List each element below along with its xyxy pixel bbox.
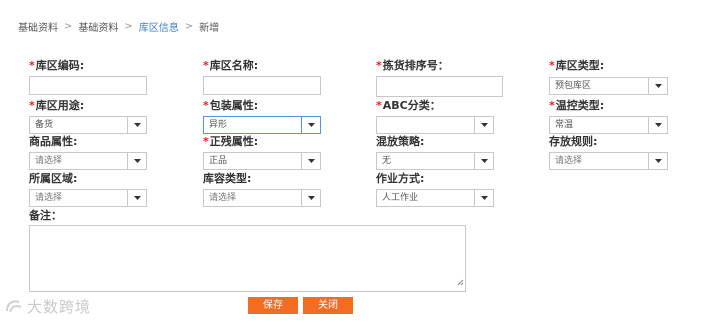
abc-class-value: [377, 117, 474, 133]
goods-attr-label-text: 商品属性:: [29, 135, 78, 148]
abc-class-label-text: ABC分类：: [382, 99, 441, 112]
zone-usage-select[interactable]: 备货: [29, 116, 147, 134]
chevron-down-icon[interactable]: [648, 153, 667, 169]
capacity-type-value: 请选择: [209, 193, 237, 203]
save-button[interactable]: 保存: [248, 297, 298, 314]
abc-class-label: *ABC分类：: [376, 99, 441, 112]
storage-rule-label-text: 存放规则:: [549, 135, 598, 148]
package-attr-label: *包装属性:: [203, 99, 258, 112]
package-attr-label-text: 包装属性:: [209, 99, 259, 112]
region-select[interactable]: 请选择: [29, 189, 147, 207]
work-mode-label: 作业方式:: [376, 172, 424, 185]
storage-rule-select[interactable]: 请选择: [549, 152, 668, 170]
abc-class-select[interactable]: [376, 116, 494, 134]
resize-grip-icon[interactable]: [457, 271, 464, 290]
zone-code-label: *库区编码:: [29, 59, 84, 72]
remark-label: 备注：: [29, 209, 62, 222]
required-mark: *: [549, 59, 555, 72]
package-attr-select[interactable]: 异形: [203, 116, 321, 134]
chevron-down-icon[interactable]: [127, 190, 146, 206]
required-mark: *: [203, 135, 209, 148]
watermark-logo-icon: [6, 300, 22, 313]
genuine-attr-label-text: 正残属性:: [209, 135, 259, 148]
chevron-down-icon[interactable]: [648, 117, 667, 133]
region-label: 所属区域:: [29, 172, 77, 185]
pick-sort-label: *拣货排序号：: [376, 59, 449, 72]
required-mark: *: [203, 59, 209, 72]
breadcrumb-separator-icon: >: [64, 20, 73, 32]
zone-code-label-text: 库区编码:: [35, 59, 85, 72]
zone-usage-label-text: 库区用途:: [35, 99, 85, 112]
zone-usage-label: *库区用途:: [29, 99, 84, 112]
work-mode-value: 人工作业: [382, 193, 419, 203]
zone-type-value: 预包库区: [555, 81, 592, 91]
breadcrumb-item-add: 新增: [199, 22, 220, 34]
temp-type-select[interactable]: 常温: [549, 116, 668, 134]
genuine-attr-value: 正品: [209, 156, 228, 166]
pick-sort-input[interactable]: [376, 76, 503, 97]
page: 基础资料 > 基础资料 > 库区信息 > 新增 *库区编码: *库区名称: *拣…: [0, 0, 726, 323]
chevron-down-icon[interactable]: [127, 153, 146, 169]
required-mark: *: [29, 59, 35, 72]
region-value: 请选择: [35, 193, 63, 203]
chevron-down-icon[interactable]: [127, 117, 146, 133]
storage-rule-value: 请选择: [555, 156, 583, 166]
required-mark: *: [29, 99, 35, 112]
work-mode-select[interactable]: 人工作业: [376, 189, 494, 207]
chevron-down-icon[interactable]: [301, 117, 320, 133]
zone-type-label: *库区类型:: [549, 59, 604, 72]
chevron-down-icon[interactable]: [474, 153, 493, 169]
goods-attr-value: 请选择: [35, 156, 63, 166]
temp-type-label-text: 温控类型:: [555, 99, 605, 112]
zone-name-label: *库区名称:: [203, 59, 258, 72]
chevron-down-icon[interactable]: [474, 190, 493, 206]
chevron-down-icon[interactable]: [301, 190, 320, 206]
chevron-down-icon[interactable]: [301, 153, 320, 169]
close-button[interactable]: 关闭: [303, 297, 353, 314]
mix-strategy-label: 混放策略:: [376, 135, 424, 148]
required-mark: *: [549, 99, 555, 112]
capacity-type-label-text: 库容类型:: [203, 172, 252, 185]
breadcrumb-item-base-data[interactable]: 基础资料: [18, 19, 58, 34]
mix-strategy-value: 无: [382, 156, 392, 166]
capacity-type-label: 库容类型:: [203, 172, 251, 185]
goods-attr-select[interactable]: 请选择: [29, 152, 147, 170]
breadcrumb-item-zone-info[interactable]: 库区信息: [139, 19, 179, 34]
zone-name-input[interactable]: [203, 76, 321, 95]
remark-textarea[interactable]: [29, 225, 466, 292]
breadcrumb-separator-icon: >: [124, 20, 133, 32]
pick-sort-label-text: 拣货排序号：: [382, 59, 449, 72]
chevron-down-icon[interactable]: [474, 117, 493, 133]
mix-strategy-label-text: 混放策略:: [376, 135, 425, 148]
zone-code-input[interactable]: [29, 76, 147, 95]
zone-name-label-text: 库区名称:: [209, 59, 259, 72]
breadcrumb: 基础资料 > 基础资料 > 库区信息 > 新增: [18, 19, 220, 34]
zone-type-label-text: 库区类型:: [555, 59, 605, 72]
package-attr-value: 异形: [209, 120, 228, 130]
watermark-text: 大数跨境: [27, 297, 92, 316]
breadcrumb-item-base-data-2[interactable]: 基础资料: [78, 19, 118, 34]
required-mark: *: [376, 59, 382, 72]
storage-rule-label: 存放规则:: [549, 135, 597, 148]
genuine-attr-label: *正残属性:: [203, 135, 258, 148]
mix-strategy-select[interactable]: 无: [376, 152, 494, 170]
capacity-type-select[interactable]: 请选择: [203, 189, 321, 207]
genuine-attr-select[interactable]: 正品: [203, 152, 321, 170]
chevron-down-icon[interactable]: [648, 78, 667, 94]
work-mode-label-text: 作业方式:: [376, 172, 425, 185]
required-mark: *: [203, 99, 209, 112]
zone-usage-value: 备货: [35, 120, 54, 130]
temp-type-label: *温控类型:: [549, 99, 604, 112]
breadcrumb-separator-icon: >: [184, 20, 194, 32]
temp-type-value: 常温: [555, 120, 574, 130]
goods-attr-label: 商品属性:: [29, 135, 77, 148]
region-label-text: 所属区域:: [29, 172, 78, 185]
required-mark: *: [376, 99, 382, 112]
remark-label-text: 备注：: [29, 209, 62, 222]
zone-type-select[interactable]: 预包库区: [549, 77, 668, 95]
watermark: 大数跨境: [4, 293, 91, 319]
